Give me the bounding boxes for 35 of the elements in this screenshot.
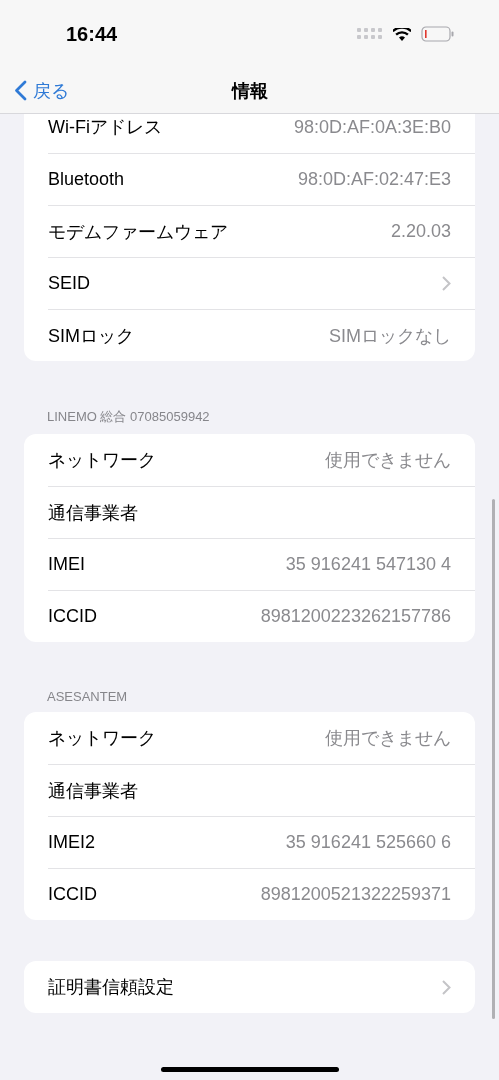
row-label: ICCID: [48, 884, 97, 905]
row-label: ネットワーク: [48, 727, 156, 750]
row-value: SIMロックなし: [329, 324, 451, 348]
row-value: 使用できません: [325, 449, 451, 472]
row-label: ネットワーク: [48, 449, 156, 472]
chevron-icon: [442, 276, 451, 291]
section-header: LINEMO 総合 07085059942: [46, 408, 211, 426]
back-chevron-icon: [14, 80, 27, 101]
row-label: IMEI: [48, 554, 85, 575]
section-header: ASESANTEM: [46, 689, 129, 706]
row-label: モデムファームウェア: [48, 220, 228, 244]
row-label: Wi-Fiアドレス: [48, 116, 162, 139]
row-value: 使用できません: [325, 727, 451, 750]
row-value: 35 916241 525660 6: [285, 832, 451, 853]
row-label: Bluetooth: [48, 169, 125, 190]
page-title: 情報: [231, 79, 268, 103]
back-button[interactable]: 戻る: [0, 78, 69, 103]
status-time: 16:44: [66, 22, 118, 46]
row-label[interactable]: SEID: [48, 273, 90, 294]
chevron-icon: [442, 979, 451, 995]
row-label: SIMロック: [48, 324, 134, 348]
row-label: ICCID: [48, 606, 97, 627]
battery-icon: [421, 26, 455, 42]
row-label: 通信事業者: [48, 779, 138, 803]
row-label: 通信事業者: [48, 501, 138, 525]
row-value: 8981200223262157786: [260, 606, 451, 627]
row-value: 8981200521322259371: [260, 884, 451, 905]
row-value: 98:0D:AF:0A:3E:B0: [293, 116, 451, 138]
row-label[interactable]: 証明書信頼設定: [48, 975, 174, 999]
row-value: 98:0D:AF:02:47:E3: [297, 169, 451, 190]
row-label: IMEI2: [48, 832, 95, 853]
signal-icon: [357, 28, 383, 40]
row-value: 35 916241 547130 4: [285, 554, 451, 575]
row-value: 2.20.03: [390, 221, 451, 242]
wifi-icon: [393, 27, 411, 41]
